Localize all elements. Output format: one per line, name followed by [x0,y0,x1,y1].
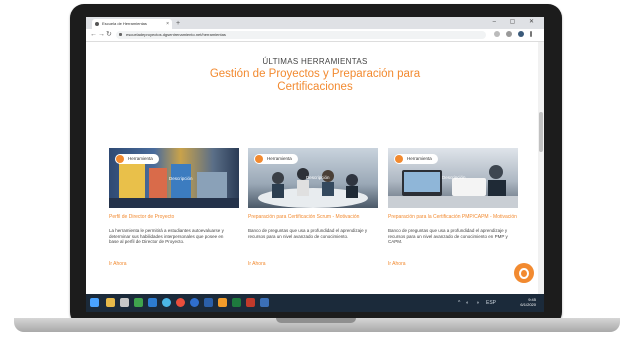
tool-card[interactable]: Herramienta Descripción Preparación para… [388,148,518,278]
tool-card[interactable]: Herramienta Descripción Preparación para… [248,148,378,278]
forward-icon[interactable]: → [98,30,105,40]
browser-tab-strip: Escuela de Herramientas × + – ▢ ✕ [86,17,544,29]
address-bar-row: ← → ↻ escueladeproyectos.dgsentrenamient… [86,29,544,42]
scrollbar-thumb[interactable] [539,112,543,152]
store-icon[interactable] [120,298,129,307]
card-image: Herramienta Descripción [109,148,239,208]
extension-icon[interactable] [506,31,512,37]
reload-icon[interactable]: ↻ [106,30,112,40]
file-explorer-icon[interactable] [106,298,115,307]
card-title[interactable]: Preparación para la Certificación PMP/CA… [388,214,518,221]
language-indicator[interactable]: ESP [486,300,496,306]
card-badge-label: Herramienta [407,156,432,161]
back-icon[interactable]: ← [90,30,97,40]
tool-icon [116,155,124,163]
start-icon[interactable] [90,298,99,307]
new-tab-button[interactable]: + [176,19,180,28]
edge-icon[interactable] [162,298,171,307]
card-title[interactable]: Perfil de Director de Proyecto [109,214,239,221]
profile-avatar[interactable] [518,31,524,37]
browser-icon[interactable] [190,298,199,307]
pdf-icon[interactable] [246,298,255,307]
laptop-notch [276,318,356,323]
tool-icon [395,155,403,163]
tool-card[interactable]: Herramienta Descripción Perfil de Direct… [109,148,239,278]
card-link[interactable]: Ir Ahora [388,261,406,267]
browser-tab[interactable]: Escuela de Herramientas × [92,19,172,29]
favicon-icon [95,22,99,26]
section-title-line2: Certificaciones [277,81,353,93]
card-badge: Herramienta [254,154,298,164]
taskbar: ^ ◐ ◑ ESP 9:45 6/1/2020 [86,294,544,312]
laptop-screen: Escuela de Herramientas × + – ▢ ✕ ← → ↻ … [86,17,544,312]
tool-icon [255,155,263,163]
mail-icon[interactable] [148,298,157,307]
settings-icon[interactable] [260,298,269,307]
star-icon[interactable] [494,31,500,37]
card-badge: Herramienta [115,154,159,164]
close-tab-icon[interactable]: × [166,19,169,29]
volume-icon[interactable]: ◑ [476,300,479,306]
app-icon[interactable] [134,298,143,307]
card-badge: Herramienta [394,154,438,164]
page-scrollbar[interactable] [538,42,544,294]
card-link[interactable]: Ir Ahora [248,261,266,267]
excel-icon[interactable] [232,298,241,307]
card-image-overlay: Descripción [169,176,193,181]
card-description: Banco de preguntas que usa a profundidad… [388,228,508,245]
network-icon[interactable]: ◐ [466,300,469,306]
card-image: Herramienta Descripción [248,148,378,208]
card-image-overlay: Descripción [306,175,330,180]
section-kicker: ÚLTIMAS HERRAMIENTAS [262,57,368,66]
address-input[interactable]: escueladeproyectos.dgsentrenamiento.net/… [116,31,486,39]
chat-button[interactable] [514,263,534,283]
card-description: La herramienta le permitirá a estudiante… [109,228,224,245]
section-title-line1: Gestión de Proyectos y Preparación para [209,68,421,80]
card-badge-label: Herramienta [128,156,153,161]
card-badge-label: Herramienta [267,156,292,161]
tray-chevron-icon[interactable]: ^ [458,300,460,306]
tab-title: Escuela de Herramientas [102,21,147,26]
card-description: Banco de preguntas que usa a profundidad… [248,228,368,239]
window-controls[interactable]: – ▢ ✕ [493,18,540,25]
chat-icon [519,268,529,279]
word-icon[interactable] [204,298,213,307]
card-image: Herramienta Descripción [388,148,518,208]
clock-date: 6/1/2020 [520,302,536,307]
url-text: escueladeproyectos.dgsentrenamiento.net/… [126,32,226,37]
menu-icon[interactable] [530,31,532,37]
powerpoint-icon[interactable] [218,298,227,307]
card-image-overlay: Descripción [442,175,466,180]
card-title[interactable]: Preparación para Certificación Scrum - M… [248,214,378,221]
section-title: Gestión de Proyectos y Preparación para … [186,68,444,94]
lock-icon [119,33,122,36]
card-link[interactable]: Ir Ahora [109,261,127,267]
clock[interactable]: 9:45 6/1/2020 [520,297,536,307]
chrome-icon[interactable] [176,298,185,307]
